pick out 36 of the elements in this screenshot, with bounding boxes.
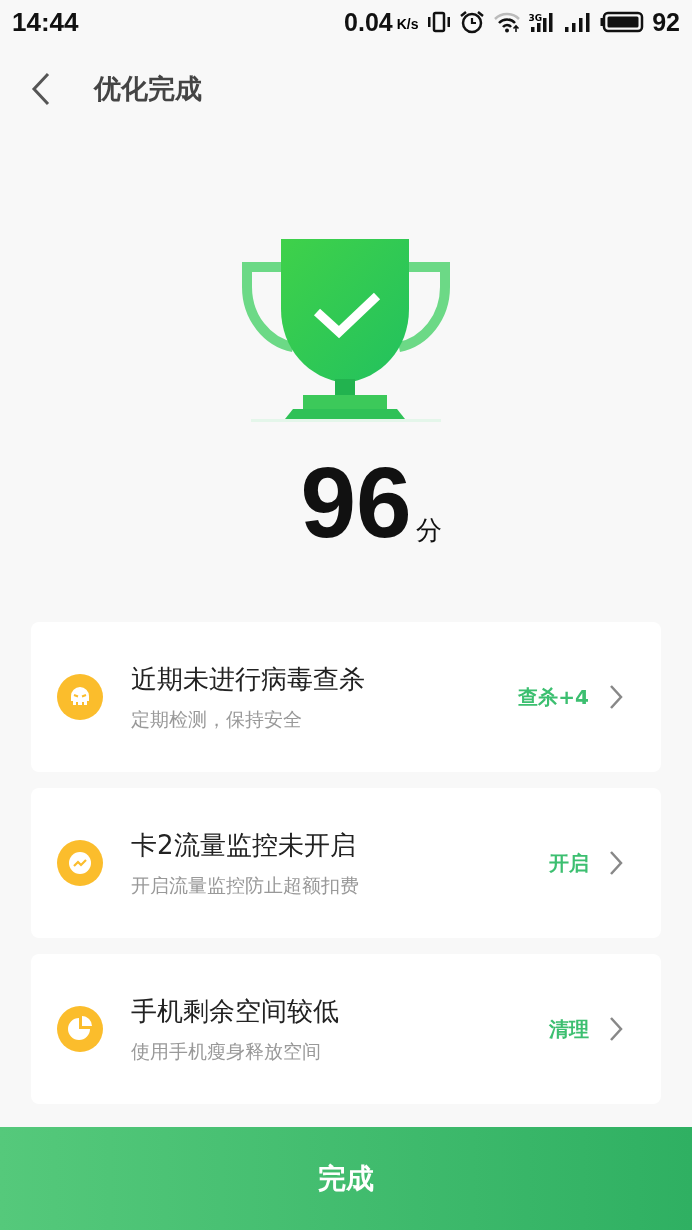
- action-link[interactable]: 清理: [549, 1015, 589, 1043]
- chevron-right-icon: [609, 850, 623, 876]
- alarm-icon: [458, 10, 485, 34]
- pie-chart-icon: [57, 1006, 103, 1052]
- trophy-icon: [241, 237, 451, 422]
- page-title: 优化完成: [94, 72, 202, 106]
- issue-title: 卡2流量监控未开启: [131, 828, 357, 862]
- issue-title: 手机剩余空间较低: [131, 994, 340, 1028]
- vibrate-icon: [426, 11, 451, 33]
- score-value: 96: [300, 452, 412, 552]
- network-type: 3G: [528, 13, 543, 23]
- wifi-icon: [492, 11, 521, 33]
- battery-icon: [600, 11, 645, 33]
- back-icon: [30, 71, 52, 107]
- trend-icon: [57, 840, 103, 886]
- chevron-right-icon: [609, 684, 623, 710]
- issue-description: 开启流量监控防止超额扣费: [131, 872, 360, 898]
- issue-card[interactable]: 卡2流量监控未开启 开启流量监控防止超额扣费 开启: [31, 788, 661, 938]
- chevron-right-icon: [609, 1016, 623, 1042]
- issue-card[interactable]: 近期未进行病毒查杀 定期检测，保持安全 查杀+4: [31, 622, 661, 772]
- signal-icon: [530, 11, 555, 33]
- battery-level: 92: [652, 7, 680, 37]
- score-unit: 分: [415, 514, 442, 547]
- signal-icon: [562, 11, 593, 33]
- issue-description: 使用手机瘦身释放空间: [131, 1038, 322, 1064]
- skull-icon: [57, 674, 103, 720]
- network-speed: 0.04: [344, 7, 393, 37]
- action-link[interactable]: 开启: [549, 849, 589, 877]
- back-button[interactable]: [30, 71, 52, 107]
- issue-title: 近期未进行病毒查杀: [131, 662, 366, 696]
- speed-unit: K/s: [396, 15, 419, 32]
- issue-card[interactable]: 手机剩余空间较低 使用手机瘦身释放空间 清理: [31, 954, 661, 1104]
- done-button[interactable]: 完成: [0, 1127, 692, 1230]
- action-link[interactable]: 查杀+4: [518, 683, 589, 711]
- status-time: 14:44: [12, 6, 79, 38]
- issue-description: 定期检测，保持安全: [131, 706, 303, 732]
